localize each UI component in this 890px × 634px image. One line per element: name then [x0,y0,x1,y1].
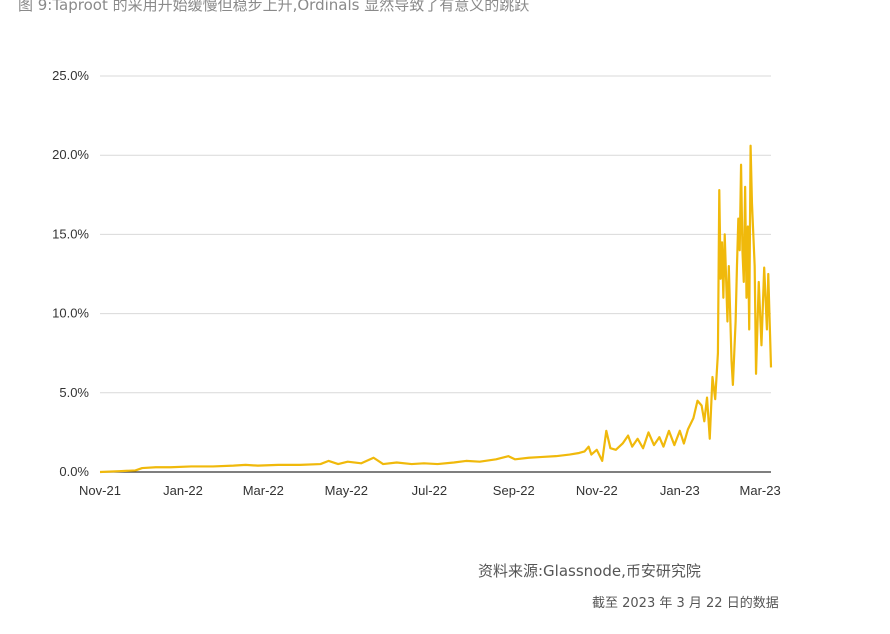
x-tick-label: Nov-21 [79,483,121,498]
line-chart: 0.0% 5.0% 10.0% 15.0% 20.0% 25.0% Nov-21 Jan-2… [52,68,781,498]
x-tick-label: Nov-22 [576,483,618,498]
x-tick-label: Mar-22 [243,483,284,498]
y-tick-label: 0.0% [59,464,89,479]
as-of-note: 截至 2023 年 3 月 22 日的数据 [592,596,779,611]
gridlines [100,75,771,394]
source-note: 资料来源:Glassnode,币安研究院 [478,562,701,580]
x-tick-label: May-22 [325,483,368,498]
x-tick-label: Jul-22 [412,483,447,498]
y-axis-ticks: 0.0% 5.0% 10.0% 15.0% 20.0% 25.0% [52,68,89,479]
y-tick-label: 10.0% [52,306,89,321]
x-tick-label: Mar-23 [740,483,781,498]
y-tick-label: 5.0% [59,385,89,400]
x-tick-label: Sep-22 [493,483,535,498]
y-tick-label: 15.0% [52,226,89,241]
y-tick-label: 25.0% [52,68,89,83]
x-axis-ticks: Nov-21 Jan-22 Mar-22 May-22 Jul-22 Sep-22 Nov-… [79,483,781,498]
series-line [99,144,773,474]
x-tick-label: Jan-23 [660,483,700,498]
y-tick-label: 20.0% [52,147,89,162]
x-tick-label: Jan-22 [163,483,203,498]
